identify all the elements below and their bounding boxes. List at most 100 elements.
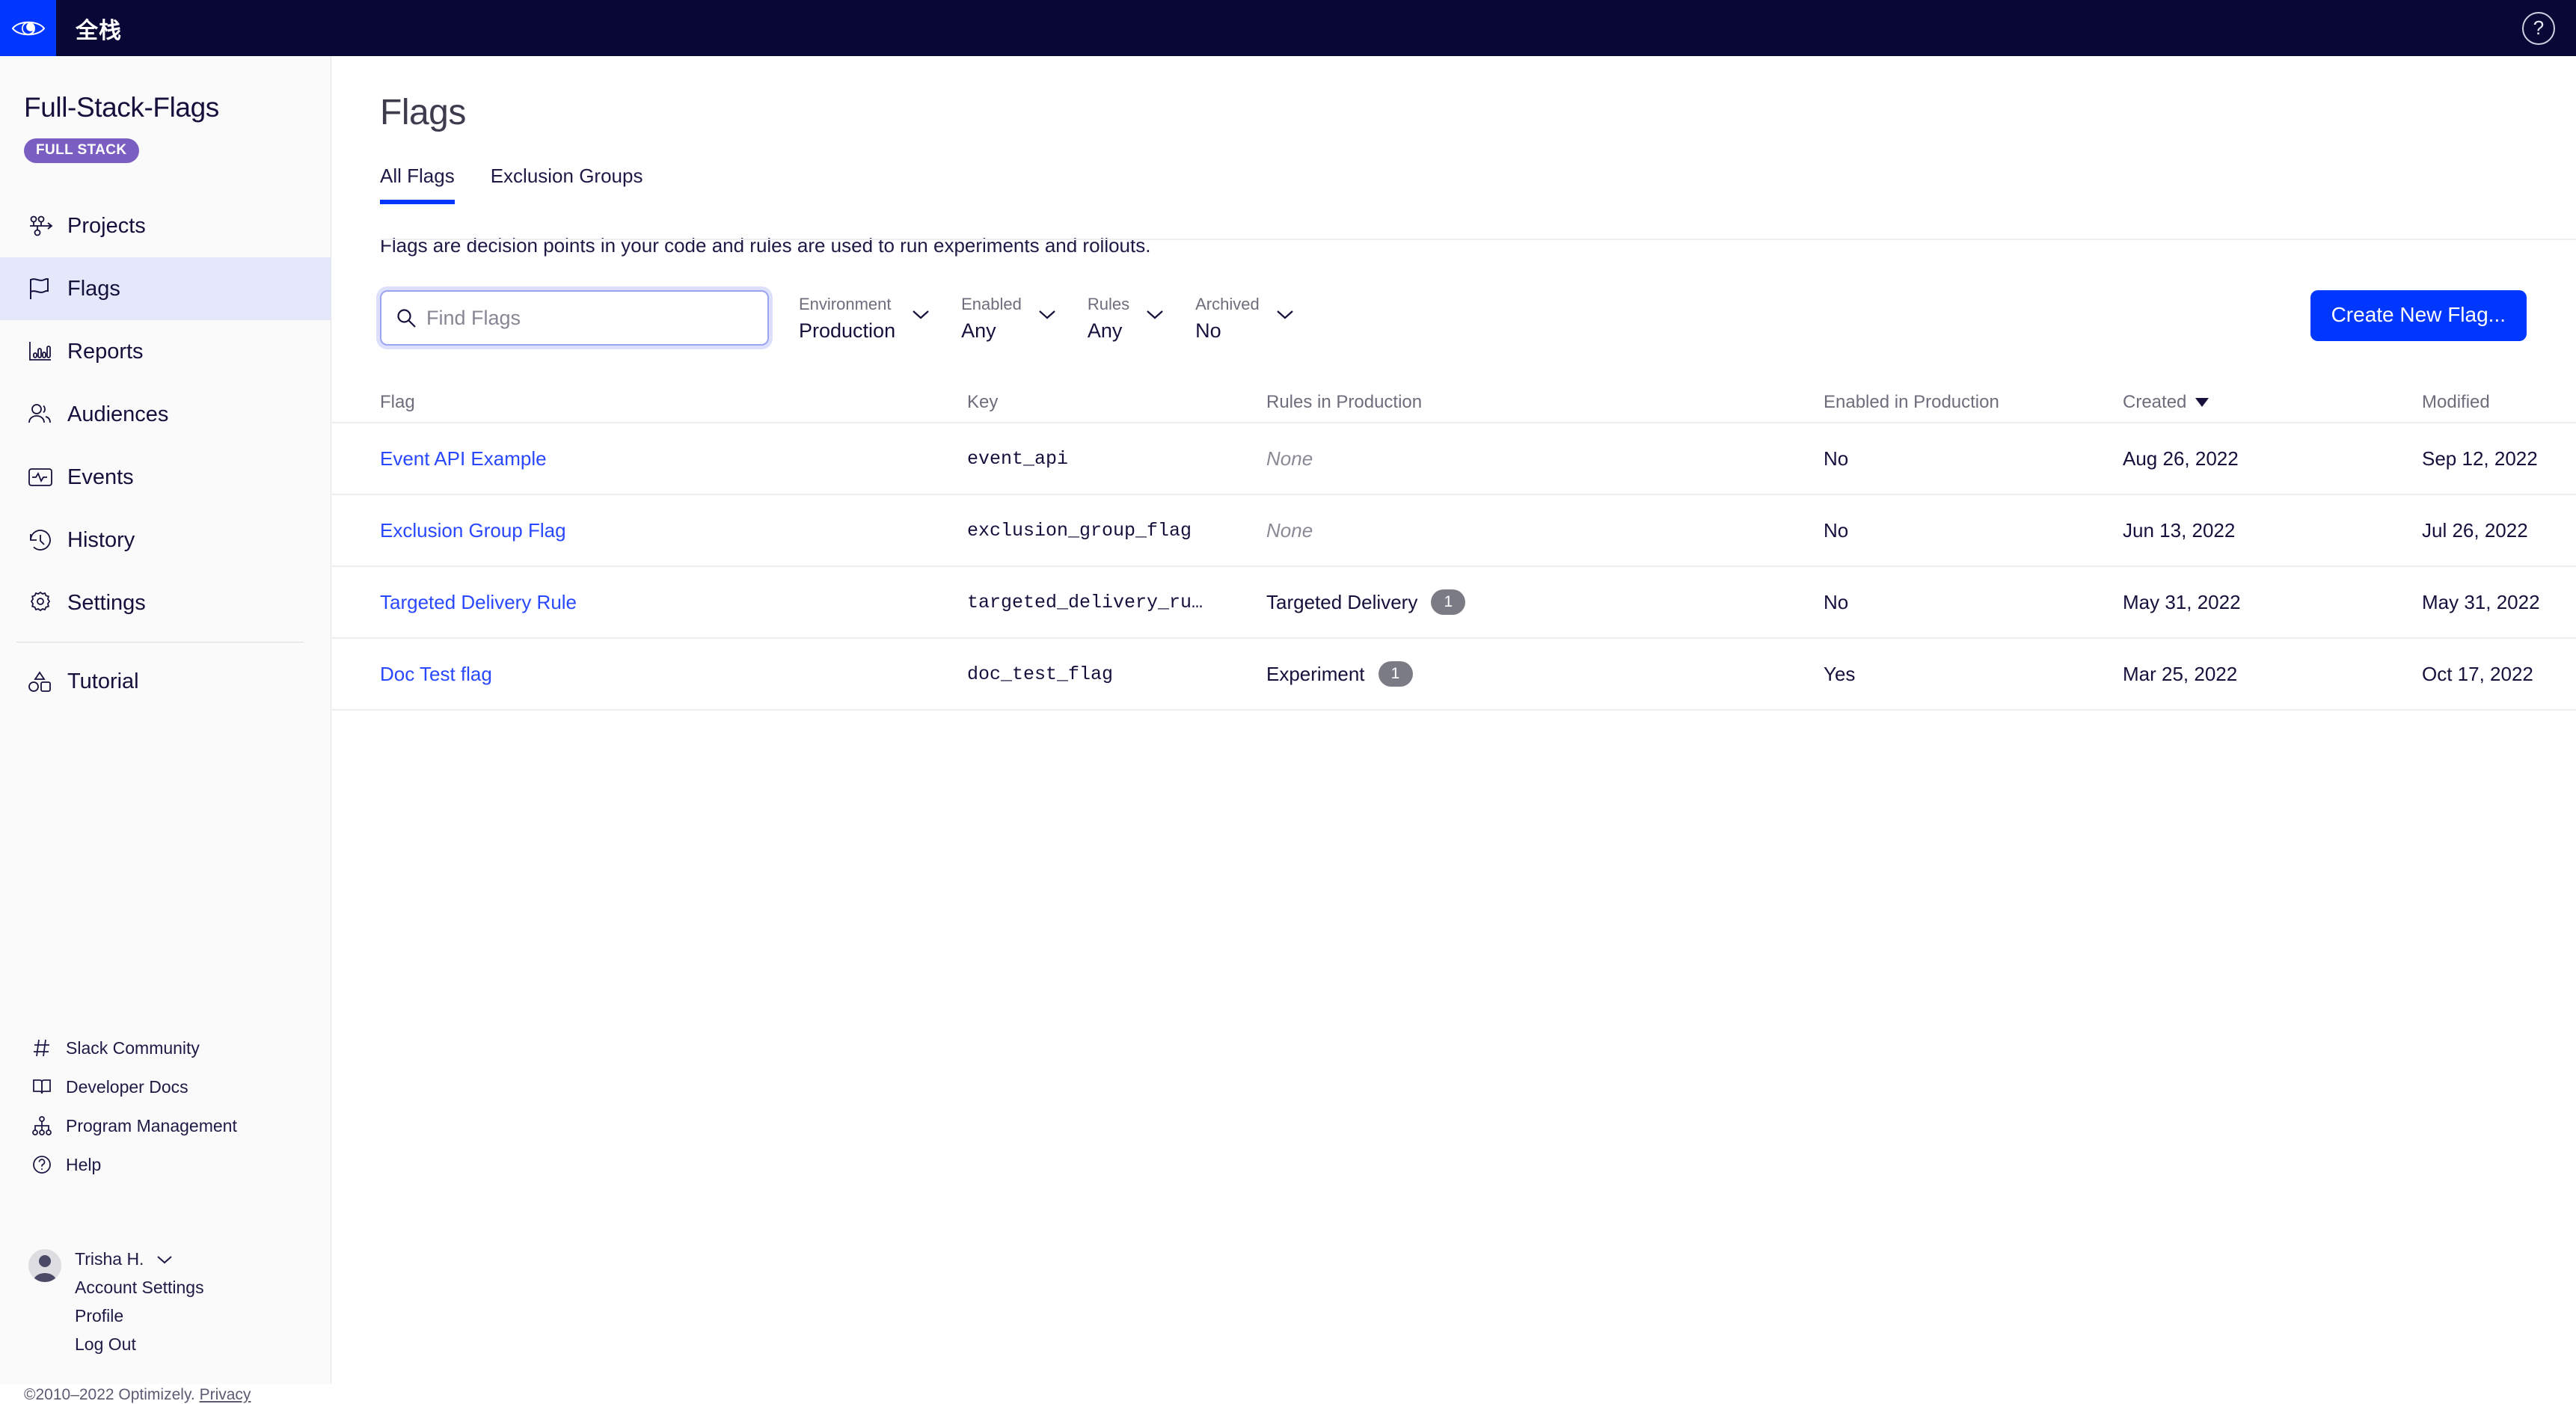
optimizely-eye-icon[interactable]	[0, 0, 56, 56]
flag-name-link[interactable]: Targeted Delivery Rule	[380, 591, 577, 613]
search-input[interactable]	[426, 306, 754, 330]
filter-caption: Environment	[799, 295, 892, 313]
modified-date: Oct 17, 2022	[2422, 662, 2533, 685]
enabled-in-production: No	[1824, 590, 1849, 613]
project-name: Full-Stack-Flags	[24, 92, 219, 123]
sidebar-item-label: Reports	[67, 339, 144, 364]
created-date: May 31, 2022	[2123, 590, 2241, 613]
privacy-link[interactable]: Privacy	[200, 1386, 251, 1403]
enabled-in-production: No	[1824, 518, 1849, 542]
bar-chart-icon	[27, 340, 67, 364]
sidebar-item-label: Settings	[67, 590, 146, 615]
sidebar-item-label: Projects	[67, 213, 146, 238]
sidebar-item-reports[interactable]: Reports	[0, 320, 331, 383]
column-header-key[interactable]: Key	[967, 392, 1266, 413]
table-row[interactable]: Exclusion Group Flag exclusion_group_fla…	[332, 495, 2576, 567]
footer-item-program-management[interactable]: Program Management	[0, 1106, 331, 1145]
flag-key: exclusion_group_flag	[967, 519, 1192, 542]
tab-underline-rule	[380, 239, 2576, 240]
caret-down-icon	[2195, 398, 2209, 407]
filter-caption: Enabled	[961, 295, 1022, 313]
filter-environment[interactable]: Environment Production	[799, 290, 931, 343]
people-icon	[27, 402, 67, 426]
user-link-profile[interactable]: Profile	[75, 1306, 204, 1326]
column-header-flag[interactable]: Flag	[380, 392, 967, 413]
table-header-row: Flag Key Rules in Production Enabled in …	[332, 383, 2576, 423]
copyright-text: ©2010–2022 Optimizely. Privacy	[24, 1386, 251, 1404]
filter-value: Production	[799, 319, 896, 343]
user-avatar-icon	[28, 1249, 61, 1282]
user-name: Trisha H.	[75, 1249, 144, 1269]
chevron-down-icon	[910, 308, 931, 320]
search-field-wrapper[interactable]	[380, 290, 769, 346]
footer-item-developer-docs[interactable]: Developer Docs	[0, 1067, 331, 1106]
sidebar-footer-links: Slack Community Developer Docs Program M…	[0, 1029, 331, 1184]
page-description: Flags are decision points in your code a…	[380, 234, 1151, 257]
rules-in-production: Targeted Delivery	[1266, 590, 1418, 613]
modified-date: Jul 26, 2022	[2422, 518, 2528, 542]
rules-in-production: Experiment	[1266, 662, 1365, 685]
copyright-label: ©2010–2022 Optimizely.	[24, 1386, 195, 1403]
footer-item-label: Help	[66, 1154, 102, 1174]
filter-caption: Archived	[1195, 295, 1260, 313]
shapes-icon	[27, 669, 67, 693]
filter-enabled[interactable]: Enabled Any	[961, 290, 1058, 343]
footer-item-help[interactable]: Help	[0, 1145, 331, 1184]
column-header-modified[interactable]: Modified	[2422, 392, 2576, 413]
table-row[interactable]: Targeted Delivery Rule targeted_delivery…	[332, 567, 2576, 639]
footer-item-slack-community[interactable]: Slack Community	[0, 1029, 331, 1067]
column-header-created[interactable]: Created	[2123, 392, 2422, 413]
sidebar-item-projects[interactable]: Projects	[0, 194, 331, 257]
sidebar-divider	[16, 642, 304, 643]
sidebar: Full-Stack-Flags FULL STACK Projects Fla…	[0, 56, 331, 1403]
table-row[interactable]: Event API Example event_api None No Aug …	[332, 423, 2576, 495]
created-date: Aug 26, 2022	[2123, 447, 2239, 470]
chevron-down-icon	[1037, 308, 1058, 320]
rules-in-production: None	[1266, 518, 1313, 542]
flag-key: doc_test_flag	[967, 663, 1114, 685]
sidebar-item-history[interactable]: History	[0, 509, 331, 571]
created-date: Jun 13, 2022	[2123, 518, 2236, 542]
user-link-account-settings[interactable]: Account Settings	[75, 1278, 204, 1298]
tab-all-flags[interactable]: All Flags	[380, 165, 455, 204]
page-title: Flags	[380, 93, 466, 132]
sidebar-item-audiences[interactable]: Audiences	[0, 383, 331, 446]
flag-name-link[interactable]: Exclusion Group Flag	[380, 519, 566, 542]
filter-value: Any	[1087, 319, 1123, 343]
table-row[interactable]: Doc Test flag doc_test_flag Experiment 1…	[332, 639, 2576, 711]
search-icon	[395, 307, 417, 329]
sidebar-item-tutorial[interactable]: Tutorial	[0, 650, 331, 713]
sidebar-item-label: Tutorial	[67, 669, 139, 693]
question-mark-circle-icon[interactable]: ?	[2522, 11, 2555, 45]
sidebar-item-label: Flags	[67, 276, 120, 301]
tab-exclusion-groups[interactable]: Exclusion Groups	[491, 165, 643, 204]
column-header-created-label: Created	[2123, 392, 2187, 412]
sidebar-item-events[interactable]: Events	[0, 446, 331, 509]
top-navigation-bar: 全栈 ?	[0, 0, 2576, 56]
org-chart-icon	[31, 1115, 66, 1136]
filter-archived[interactable]: Archived No	[1195, 290, 1295, 343]
gear-icon	[27, 590, 67, 616]
sidebar-nav: Projects Flags Reports Audiences Events …	[0, 194, 331, 713]
filter-value: No	[1195, 319, 1221, 343]
sidebar-item-flags[interactable]: Flags	[0, 257, 331, 320]
tab-bar: All Flags Exclusion Groups	[380, 165, 2576, 204]
modified-date: Sep 12, 2022	[2422, 447, 2538, 470]
create-new-flag-button[interactable]: Create New Flag...	[2310, 290, 2527, 341]
project-type-badge: FULL STACK	[24, 138, 139, 163]
chevron-down-icon	[1275, 308, 1295, 320]
filter-rules[interactable]: Rules Any	[1088, 290, 1165, 343]
user-menu-toggle[interactable]: Trisha H.	[75, 1249, 204, 1269]
main-content: Flags All Flags Exclusion Groups Flags a…	[332, 56, 2576, 1384]
footer-item-label: Program Management	[66, 1115, 237, 1135]
column-header-rules[interactable]: Rules in Production	[1266, 392, 1824, 413]
sidebar-item-settings[interactable]: Settings	[0, 571, 331, 634]
enabled-in-production: Yes	[1824, 662, 1856, 685]
created-date: Mar 25, 2022	[2123, 662, 2238, 685]
column-header-enabled[interactable]: Enabled in Production	[1824, 392, 2123, 413]
chevron-down-icon	[156, 1254, 174, 1265]
flag-name-link[interactable]: Event API Example	[380, 447, 547, 470]
topbar-title: 全栈	[76, 18, 122, 43]
user-link-log-out[interactable]: Log Out	[75, 1334, 204, 1355]
flag-name-link[interactable]: Doc Test flag	[380, 663, 492, 685]
